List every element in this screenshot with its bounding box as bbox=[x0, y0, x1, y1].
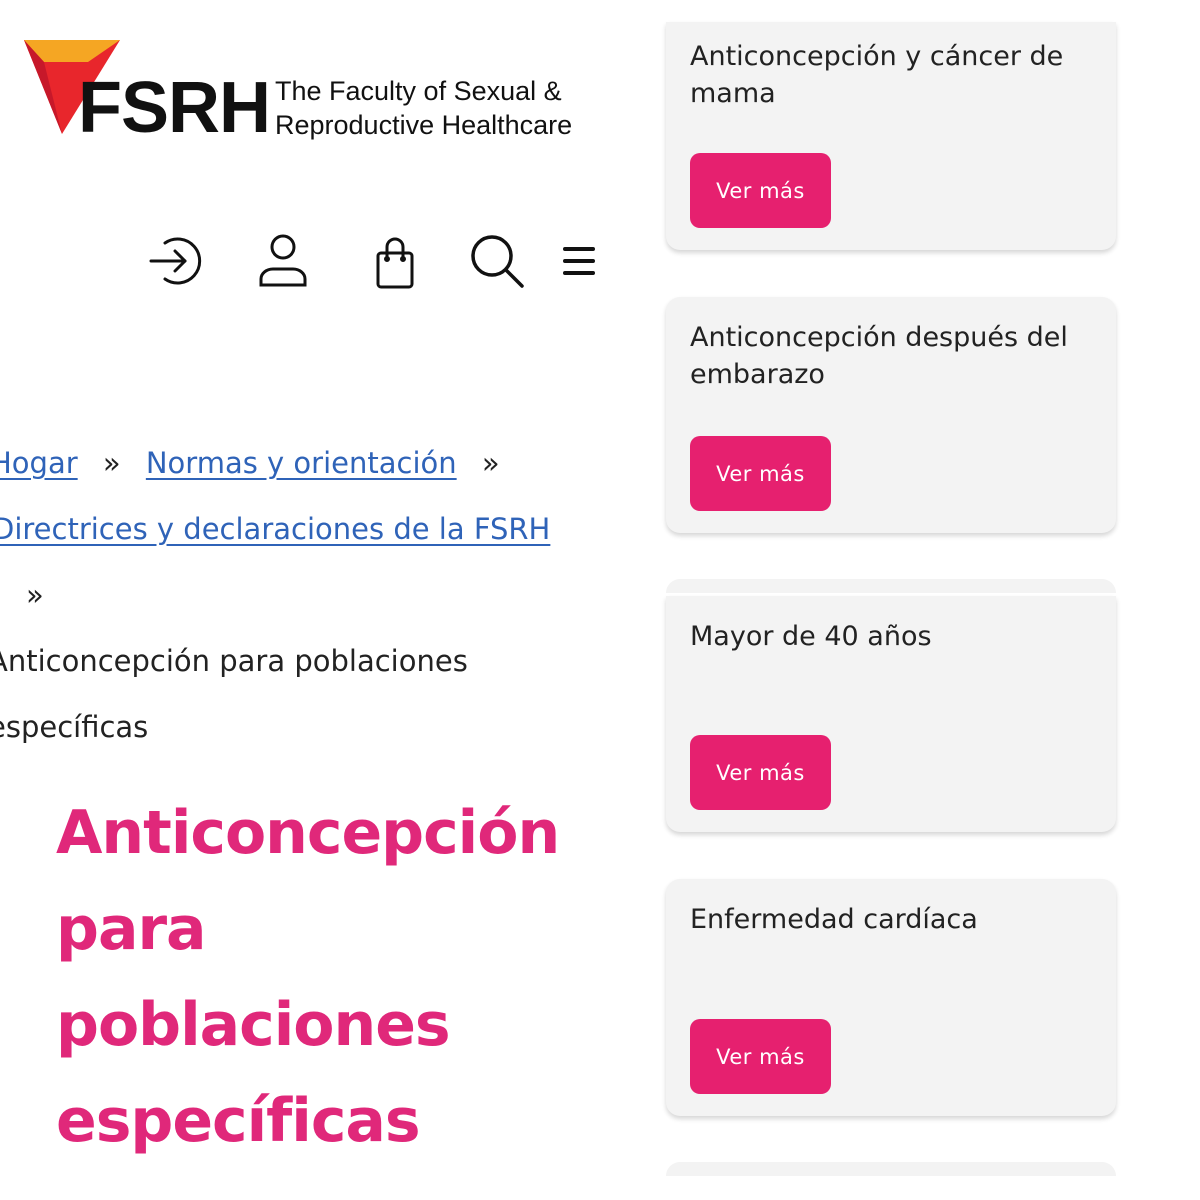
page-title: Anticoncepción para poblaciones específi… bbox=[56, 785, 616, 1169]
search-icon[interactable] bbox=[462, 226, 532, 296]
ver-mas-button[interactable]: Ver más bbox=[690, 436, 831, 511]
card-fragment bbox=[666, 579, 1116, 593]
page-title-line: para bbox=[56, 894, 207, 964]
ver-mas-button[interactable]: Ver más bbox=[690, 153, 831, 228]
page-title-line: Anticoncepción bbox=[56, 798, 560, 868]
breadcrumb-current-page: Anticoncepción para poblaciones bbox=[0, 644, 468, 678]
breadcrumb-separator: » bbox=[481, 446, 500, 480]
page-title-line: poblaciones bbox=[56, 990, 451, 1060]
user-icon[interactable] bbox=[248, 226, 318, 296]
card-title: Mayor de 40 años bbox=[690, 621, 932, 652]
breadcrumb-section-link[interactable]: Normas y orientación bbox=[146, 446, 457, 480]
card-fragment bbox=[666, 1162, 1116, 1176]
fsrh-logo[interactable]: FSRH The Faculty of Sexual & Reproductiv… bbox=[22, 38, 602, 148]
topic-card: Mayor de 40 años Ver más bbox=[666, 596, 1116, 832]
breadcrumb-current-page-cont: específicas bbox=[0, 710, 149, 744]
ver-mas-button[interactable]: Ver más bbox=[690, 1019, 831, 1094]
logo-wordmark: FSRH bbox=[78, 68, 271, 148]
page-title-line: específicas bbox=[56, 1086, 421, 1156]
header-nav bbox=[140, 226, 610, 298]
ver-mas-button[interactable]: Ver más bbox=[690, 735, 831, 810]
menu-icon[interactable] bbox=[544, 226, 614, 296]
logo-tagline-line1: The Faculty of Sexual & bbox=[275, 76, 562, 106]
breadcrumb-separator: » bbox=[26, 578, 44, 612]
card-title: Anticoncepción después del embarazo bbox=[690, 322, 1068, 390]
login-icon[interactable] bbox=[140, 226, 210, 296]
breadcrumb-home-link[interactable]: Hogar bbox=[0, 446, 78, 480]
breadcrumb: Hogar » Normas y orientación » Directric… bbox=[0, 430, 620, 760]
card-title: Enfermedad cardíaca bbox=[690, 904, 978, 935]
topic-card: Anticoncepción y cáncer de mama Ver más bbox=[666, 22, 1116, 250]
topic-card: Enfermedad cardíaca Ver más bbox=[666, 879, 1116, 1116]
card-title: Anticoncepción y cáncer de mama bbox=[690, 41, 1064, 109]
breadcrumb-subsection-link[interactable]: Directrices y declaraciones de la FSRH bbox=[0, 512, 550, 546]
logo-tagline: The Faculty of Sexual & Reproductive Hea… bbox=[275, 74, 572, 142]
topic-card: Anticoncepción después del embarazo Ver … bbox=[666, 297, 1116, 533]
basket-icon[interactable] bbox=[360, 226, 430, 296]
logo-tagline-line2: Reproductive Healthcare bbox=[275, 110, 573, 140]
breadcrumb-separator: » bbox=[102, 446, 121, 480]
